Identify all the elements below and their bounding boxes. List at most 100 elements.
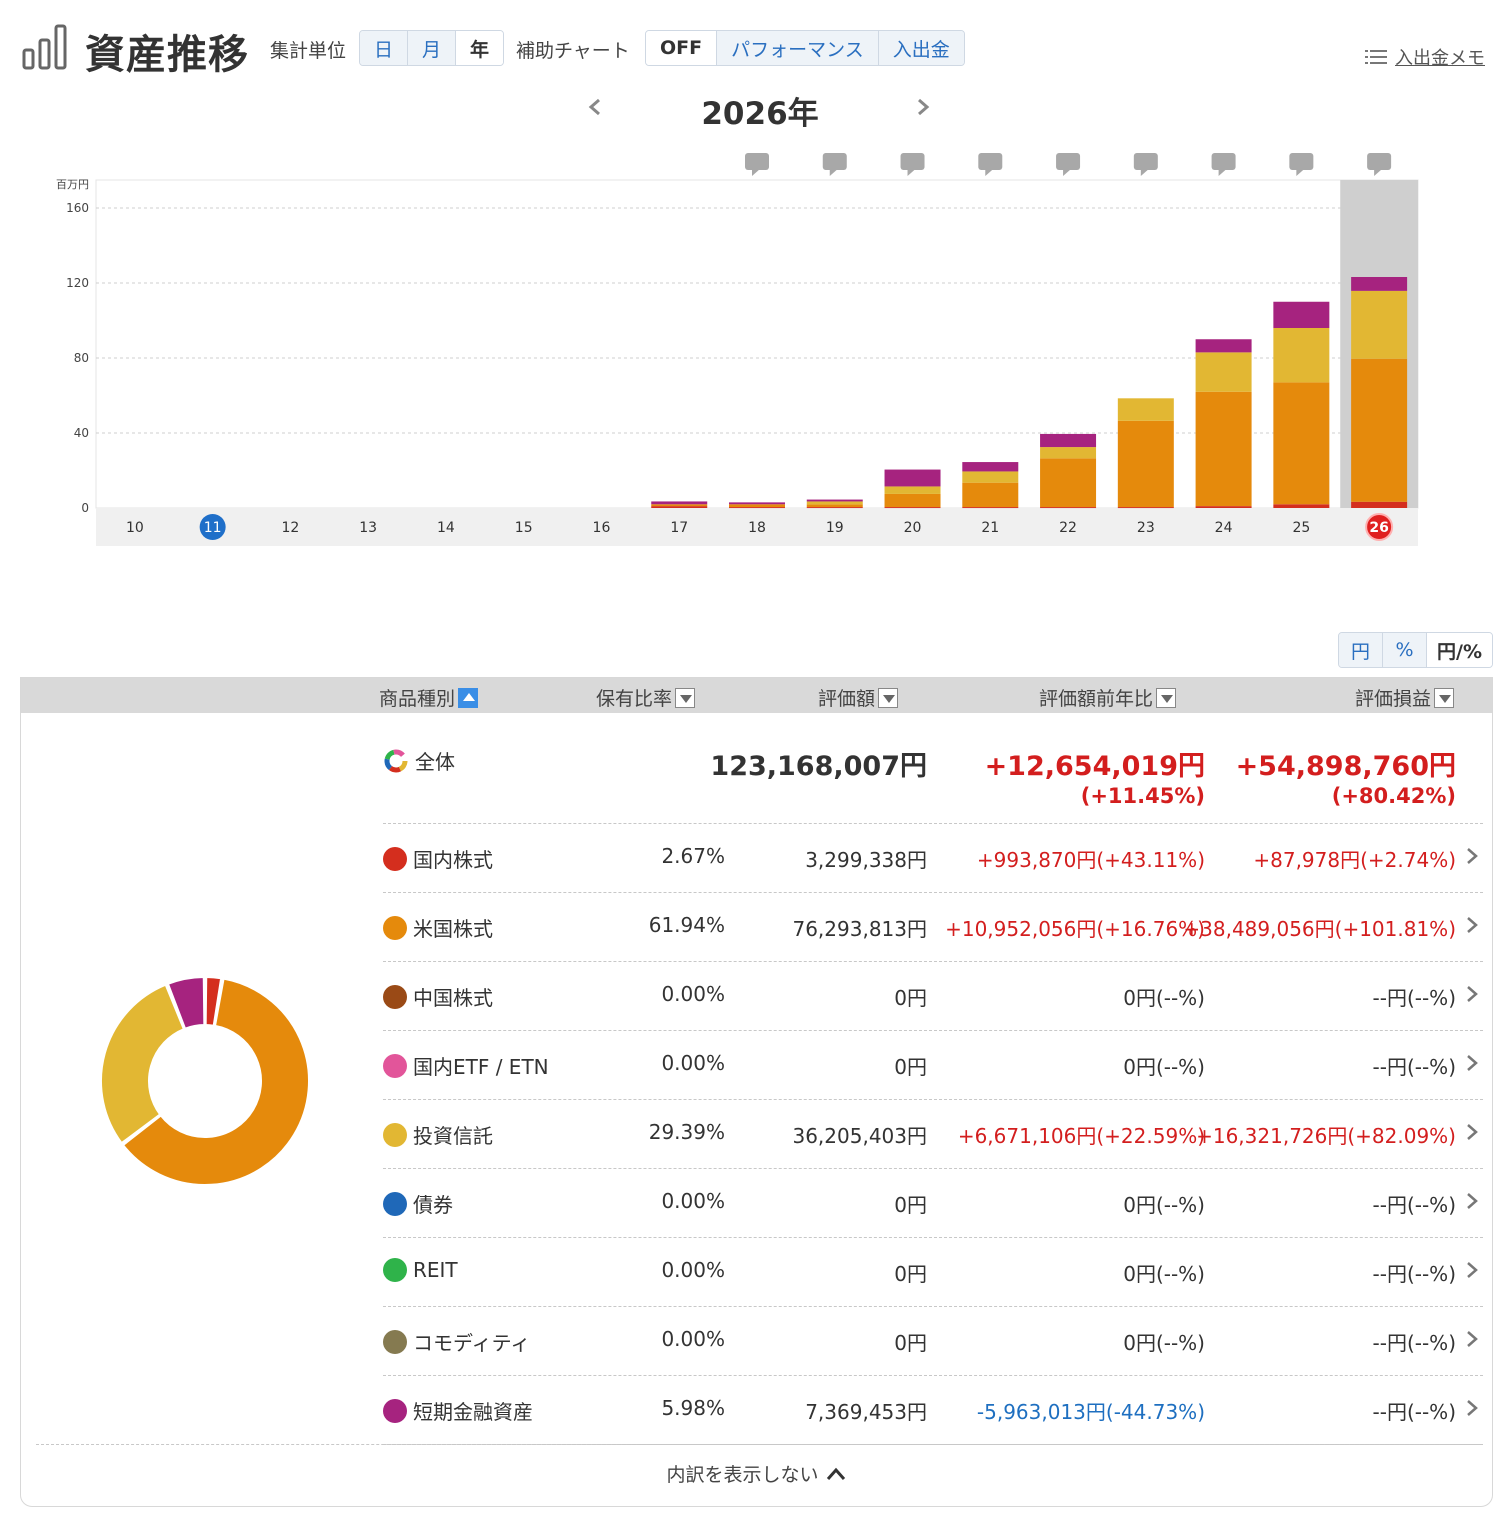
bar-segment[interactable] <box>1351 501 1408 508</box>
bar-segment[interactable] <box>806 499 863 502</box>
bar-segment[interactable] <box>806 507 863 509</box>
bar-segment[interactable] <box>729 507 785 509</box>
chevron-right-icon[interactable] <box>1465 1329 1479 1349</box>
header-gain[interactable]: 評価損益 <box>1355 684 1454 711</box>
table-row[interactable]: 中国株式 0.00% 0円 0円(--%) --円(--%) <box>383 962 1483 1031</box>
memo-bubble-icon[interactable] <box>1056 153 1081 176</box>
x-tick-label[interactable]: 10 <box>126 520 144 536</box>
format-yen-percent-button[interactable]: 円/% <box>1427 633 1492 667</box>
bar-segment[interactable] <box>962 471 1019 483</box>
x-tick-label[interactable]: 18 <box>748 520 766 536</box>
bar-segment[interactable] <box>1117 507 1174 509</box>
memo-bubble-icon[interactable] <box>1133 153 1158 176</box>
bar-segment[interactable] <box>1117 420 1174 508</box>
memo-bubble-icon[interactable] <box>1211 153 1236 176</box>
bar-segment[interactable] <box>1351 358 1408 502</box>
unit-year-button[interactable]: 年 <box>456 31 504 65</box>
table-row[interactable]: 投資信託 29.39% 36,205,403円 +6,671,106円(+22.… <box>383 1100 1483 1169</box>
memo-link[interactable]: 入出金メモ <box>1365 44 1485 70</box>
bar-segment[interactable] <box>729 504 785 508</box>
chevron-right-icon[interactable] <box>1465 1053 1479 1073</box>
bar-segment[interactable] <box>884 493 941 508</box>
aux-performance-button[interactable]: パフォーマンス <box>717 31 879 65</box>
bar-segment[interactable] <box>1195 339 1252 353</box>
unit-day-button[interactable]: 日 <box>360 31 409 65</box>
bar-segment[interactable] <box>1273 301 1330 328</box>
bar-segment[interactable] <box>962 507 1019 509</box>
bar-segment[interactable] <box>651 501 708 505</box>
x-tick-label[interactable]: 25 <box>1292 520 1310 536</box>
x-tick-label[interactable]: 13 <box>359 520 377 536</box>
bar-segment[interactable] <box>651 506 708 508</box>
bar-segment[interactable] <box>962 482 1019 508</box>
x-tick-label[interactable]: 19 <box>826 520 844 536</box>
x-tick-label[interactable]: 21 <box>981 520 999 536</box>
hide-breakdown-toggle[interactable]: 内訳を表示しない <box>21 1460 1492 1487</box>
memo-bubble-icon[interactable] <box>900 153 925 176</box>
x-tick-label[interactable]: 26 <box>1369 520 1388 536</box>
table-row[interactable]: 短期金融資産 5.98% 7,369,453円 -5,963,013円(-44.… <box>383 1376 1483 1445</box>
aux-cashflow-button[interactable]: 入出金 <box>878 31 964 65</box>
bar-segment[interactable] <box>806 504 863 508</box>
x-tick-label[interactable]: 16 <box>593 520 611 536</box>
bar-segment[interactable] <box>1195 352 1252 392</box>
aux-off-button[interactable]: OFF <box>646 31 718 65</box>
chevron-right-icon[interactable] <box>1465 1260 1479 1280</box>
table-row[interactable]: 国内株式 2.67% 3,299,338円 +993,870円(+43.11%)… <box>383 824 1483 893</box>
unit-month-button[interactable]: 月 <box>408 31 457 65</box>
format-percent-button[interactable]: % <box>1383 633 1428 667</box>
bar-segment[interactable] <box>884 486 941 494</box>
x-tick-label[interactable]: 22 <box>1059 520 1077 536</box>
bar-segment[interactable] <box>1351 290 1408 359</box>
bar-segment[interactable] <box>884 507 941 509</box>
header-category[interactable]: 商品種別 <box>379 684 479 711</box>
bar-segment[interactable] <box>884 469 941 487</box>
bar-segment[interactable] <box>1273 328 1330 383</box>
table-row[interactable]: 米国株式 61.94% 76,293,813円 +10,952,056円(+16… <box>383 893 1483 962</box>
row-gain: --円(--%) <box>1372 1262 1456 1286</box>
memo-bubble-icon[interactable] <box>1289 153 1314 176</box>
x-tick-label[interactable]: 11 <box>204 520 222 536</box>
x-tick-label[interactable]: 23 <box>1137 520 1155 536</box>
bar-segment[interactable] <box>1195 391 1252 507</box>
chevron-right-icon[interactable] <box>1465 915 1479 935</box>
table-row[interactable]: コモディティ 0.00% 0円 0円(--%) --円(--%) <box>383 1307 1483 1376</box>
header-value[interactable]: 評価額 <box>818 684 898 711</box>
bar-segment[interactable] <box>1117 398 1174 421</box>
format-yen-button[interactable]: 円 <box>1339 633 1384 667</box>
chevron-right-icon[interactable] <box>1465 1191 1479 1211</box>
header-yoy[interactable]: 評価額前年比 <box>1039 684 1176 711</box>
memo-bubble-icon[interactable] <box>745 153 769 176</box>
bar-segment[interactable] <box>806 501 863 505</box>
memo-bubble-icon[interactable] <box>1367 153 1392 176</box>
bar-segment[interactable] <box>1040 458 1097 508</box>
memo-bubble-icon[interactable] <box>822 153 847 176</box>
bar-segment[interactable] <box>1040 447 1097 459</box>
table-row[interactable]: 債券 0.00% 0円 0円(--%) --円(--%) <box>383 1169 1483 1238</box>
x-tick-label[interactable]: 12 <box>281 520 299 536</box>
bar-segment[interactable] <box>1273 504 1330 508</box>
bar-segment[interactable] <box>1040 433 1097 448</box>
donut-slice[interactable] <box>100 983 186 1145</box>
chevron-right-icon[interactable] <box>1465 984 1479 1004</box>
x-tick-label[interactable]: 15 <box>515 520 533 536</box>
bar-segment[interactable] <box>1273 382 1330 505</box>
bar-segment[interactable] <box>729 502 785 505</box>
chevron-right-icon[interactable] <box>1465 1122 1479 1142</box>
x-tick-label[interactable]: 20 <box>904 520 922 536</box>
x-tick-label[interactable]: 17 <box>670 520 688 536</box>
x-tick-label[interactable]: 14 <box>437 520 455 536</box>
header-ratio[interactable]: 保有比率 <box>596 684 695 711</box>
bar-segment[interactable] <box>1040 507 1097 509</box>
bar-segment[interactable] <box>1195 506 1252 508</box>
memo-bubble-icon[interactable] <box>978 153 1003 176</box>
chevron-right-icon[interactable] <box>1465 1398 1479 1418</box>
table-row[interactable]: 国内ETF / ETN 0.00% 0円 0円(--%) --円(--%) <box>383 1031 1483 1100</box>
bar-segment[interactable] <box>651 504 708 507</box>
x-tick-label[interactable]: 24 <box>1215 520 1233 536</box>
bar-segment[interactable] <box>962 462 1019 472</box>
chevron-right-icon[interactable] <box>1465 846 1479 866</box>
chevron-right-icon[interactable] <box>908 92 938 122</box>
table-row[interactable]: REIT 0.00% 0円 0円(--%) --円(--%) <box>383 1238 1483 1307</box>
bar-segment[interactable] <box>1351 277 1408 291</box>
